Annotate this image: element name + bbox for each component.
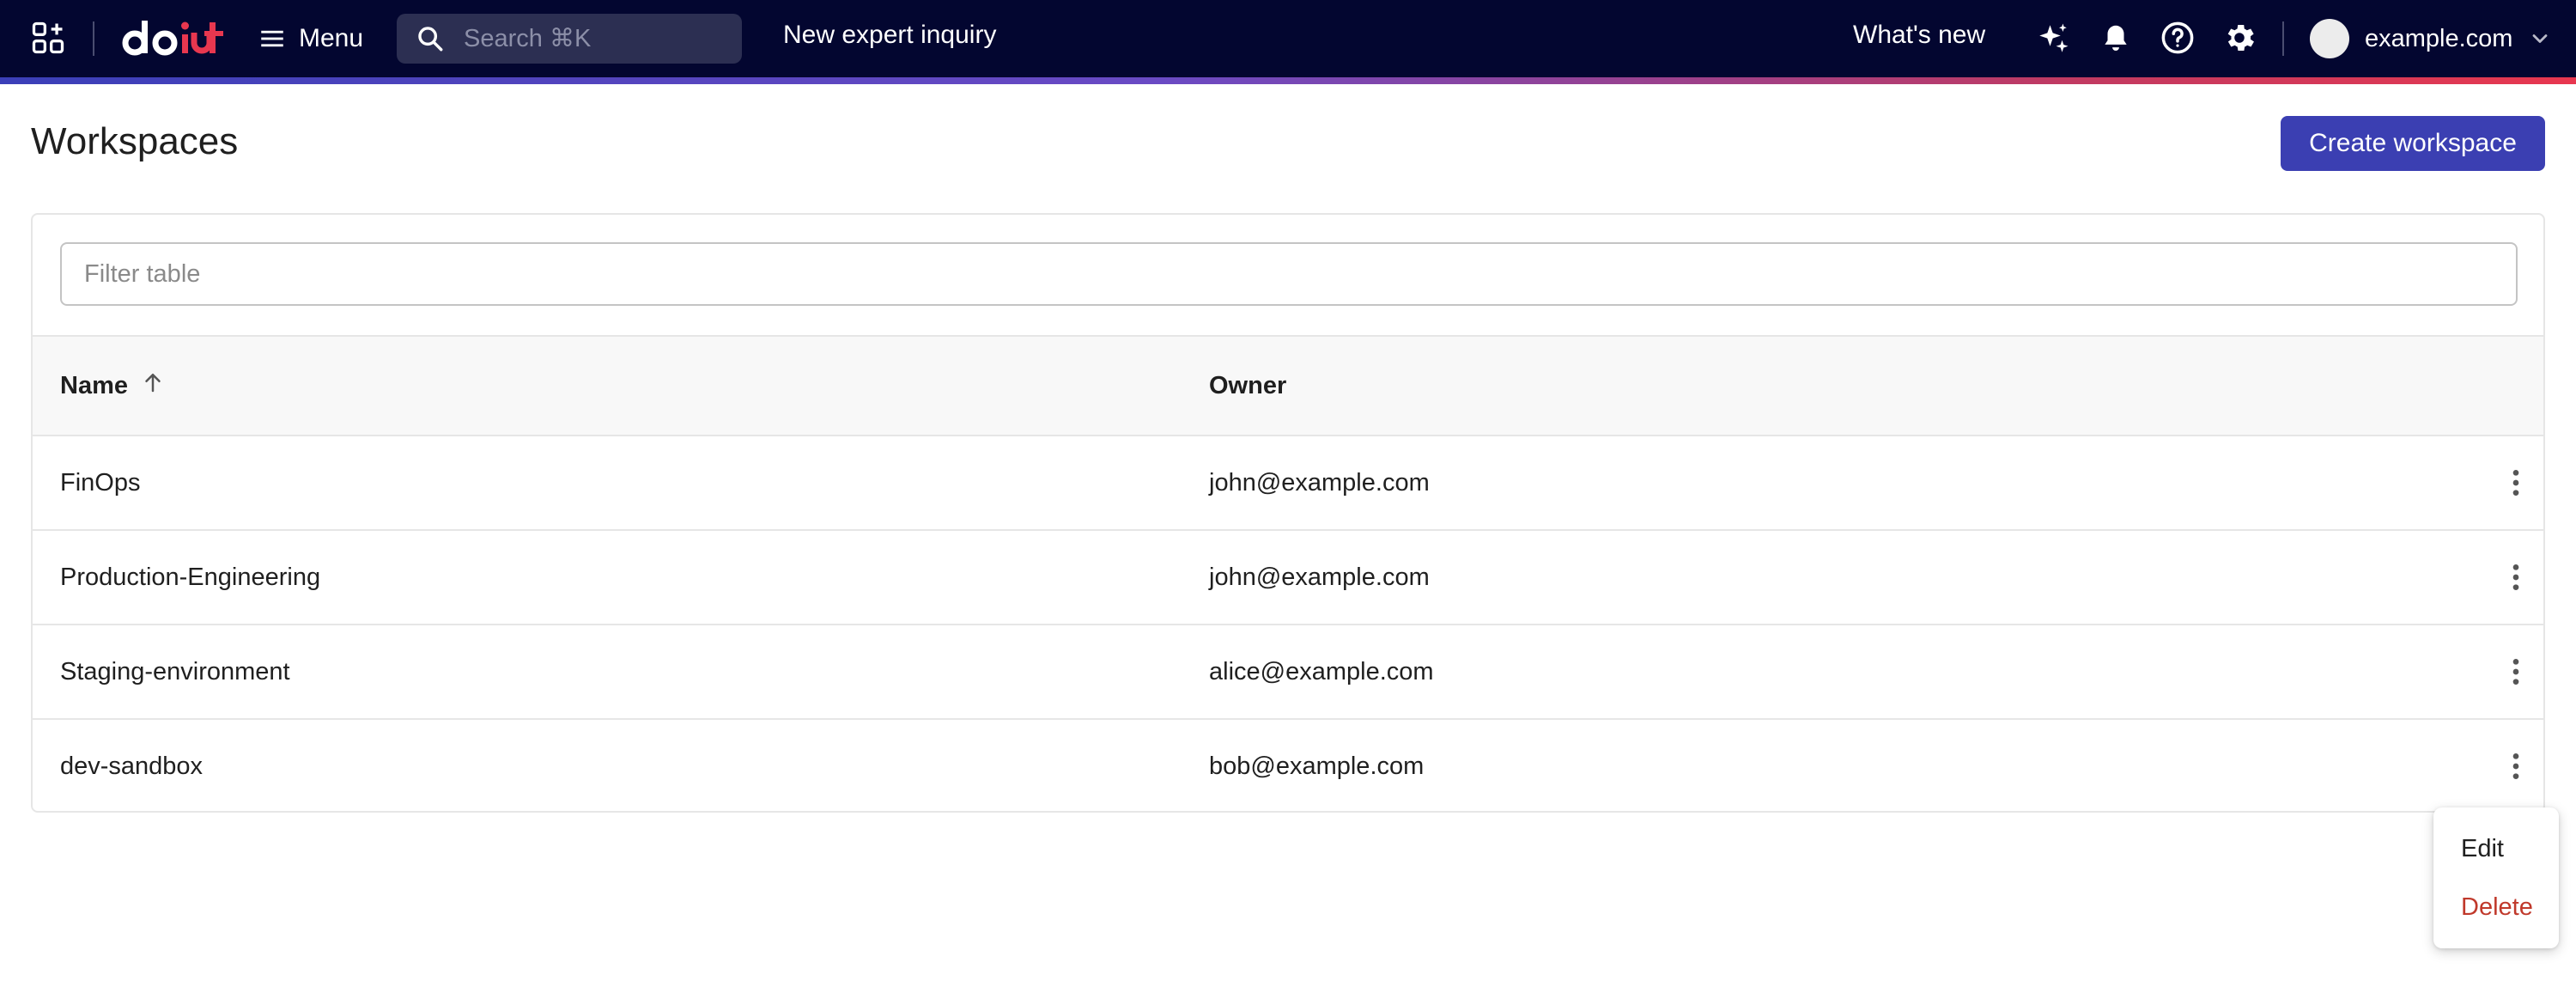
column-header-label: Name <box>60 371 128 399</box>
workspace-owner: bob@example.com <box>1209 752 1425 780</box>
topbar-divider <box>93 21 94 56</box>
edit-menu-item[interactable]: Edit <box>2433 820 2559 878</box>
workspace-name: Staging-environment <box>60 657 290 685</box>
topbar-divider <box>2282 21 2284 56</box>
row-actions-menu: Edit Delete <box>2433 807 2559 948</box>
bell-icon[interactable] <box>2099 21 2133 55</box>
search-icon <box>416 24 445 53</box>
avatar <box>2310 19 2349 58</box>
table-row[interactable]: Production-Engineering john@example.com <box>33 531 2543 625</box>
column-header-label: Owner <box>1209 371 1287 399</box>
table-header: Name Owner <box>33 335 2543 436</box>
table-row[interactable]: dev-sandbox bob@example.com <box>33 720 2543 814</box>
more-vertical-icon[interactable] <box>2495 557 2537 598</box>
filter-table-input[interactable] <box>60 242 2518 306</box>
account-menu[interactable]: example.com <box>2310 17 2552 60</box>
workspaces-table-card: Name Owner FinOps john@example.com Produ… <box>31 213 2545 813</box>
help-icon[interactable] <box>2159 19 2196 57</box>
table-row[interactable]: FinOps john@example.com <box>33 436 2543 531</box>
top-navigation-bar: Menu New expert inquiry What's new <box>0 0 2576 77</box>
page-title: Workspaces <box>31 120 239 162</box>
column-header-owner[interactable]: Owner <box>1209 337 1286 435</box>
apps-icon[interactable] <box>29 19 67 57</box>
menu-button[interactable]: Menu <box>258 17 363 60</box>
more-vertical-icon[interactable] <box>2495 651 2537 692</box>
account-label: example.com <box>2365 24 2513 52</box>
hamburger-icon <box>258 24 287 53</box>
gear-icon[interactable] <box>2221 19 2258 57</box>
global-search[interactable] <box>397 14 742 64</box>
menu-label: Menu <box>299 24 364 52</box>
sort-arrow-up-icon <box>140 369 166 402</box>
create-workspace-button[interactable]: Create workspace <box>2281 116 2545 171</box>
sparkle-icon[interactable] <box>2035 21 2071 57</box>
topbar-accent-strip <box>0 77 2576 84</box>
more-vertical-icon[interactable] <box>2495 746 2537 787</box>
workspace-owner: john@example.com <box>1209 468 1430 497</box>
workspace-owner: john@example.com <box>1209 563 1430 591</box>
table-row[interactable]: Staging-environment alice@example.com <box>33 625 2543 720</box>
whats-new-link[interactable]: What's new <box>1853 21 1985 50</box>
delete-menu-item[interactable]: Delete <box>2433 878 2559 936</box>
filter-field <box>60 242 2518 306</box>
workspace-name: dev-sandbox <box>60 752 204 780</box>
column-header-name[interactable]: Name <box>60 337 166 435</box>
more-vertical-icon[interactable] <box>2495 462 2537 503</box>
workspace-name: Production-Engineering <box>60 563 321 591</box>
new-expert-inquiry-link[interactable]: New expert inquiry <box>783 21 996 50</box>
chevron-down-icon <box>2528 27 2552 51</box>
search-input[interactable] <box>464 24 721 53</box>
workspace-name: FinOps <box>60 468 141 497</box>
workspace-owner: alice@example.com <box>1209 657 1434 685</box>
doit-logo[interactable] <box>120 15 227 60</box>
